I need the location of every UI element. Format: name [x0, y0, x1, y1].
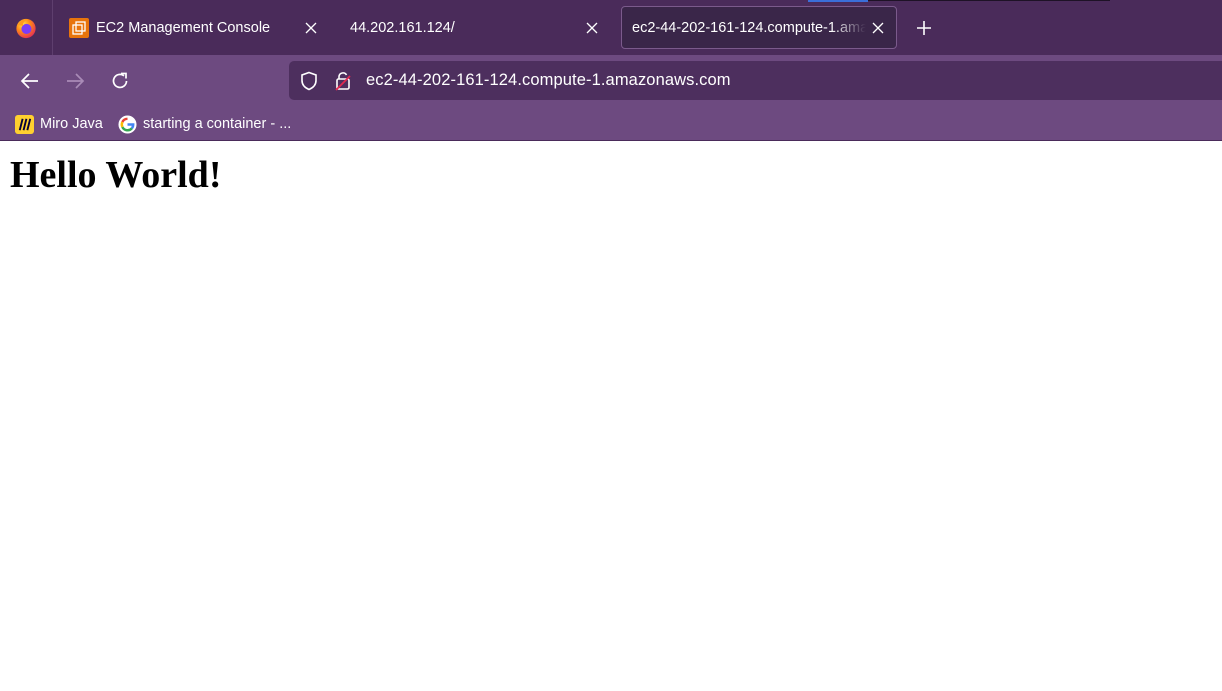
tab-active-ec2-host[interactable]: ec2-44-202-161-124.compute-1.amazonaws.c…: [621, 6, 897, 49]
aws-ec2-icon: [69, 17, 89, 38]
tab-title: 44.202.161.124/: [350, 19, 455, 36]
page-heading: Hello World!: [10, 154, 222, 196]
tab-close-icon[interactable]: [580, 16, 604, 40]
bookmark-starting-container[interactable]: starting a container - ...: [118, 112, 291, 136]
firefox-icon: [16, 18, 36, 38]
tab-strip-accent: [808, 0, 868, 2]
tab-close-icon[interactable]: [866, 16, 890, 40]
reload-icon: [112, 72, 128, 89]
miro-icon: [15, 114, 34, 134]
page-content: Hello World!: [0, 141, 1222, 691]
insecure-lock-icon[interactable]: [333, 71, 353, 91]
tab-close-icon[interactable]: [299, 16, 323, 40]
bookmark-miro-java[interactable]: Miro Java: [15, 112, 103, 136]
tab-ec2-console[interactable]: EC2 Management Console: [54, 6, 333, 49]
tab-title: ec2-44-202-161-124.compute-1.amazonaws.c…: [632, 19, 866, 36]
reload-button[interactable]: [106, 67, 134, 95]
bookmark-label: starting a container - ...: [143, 116, 292, 132]
back-button[interactable]: [16, 67, 44, 95]
bookmarks-toolbar: Miro Java starting a container - ...: [0, 107, 1222, 141]
tab-title: EC2 Management Console: [96, 19, 271, 36]
address-bar[interactable]: ec2-44-202-161-124.compute-1.amazonaws.c…: [289, 61, 1222, 100]
tab-strip-edge: [868, 0, 1110, 1]
navigation-toolbar: ec2-44-202-161-124.compute-1.amazonaws.c…: [0, 55, 1222, 107]
new-tab-button[interactable]: [910, 14, 938, 42]
arrow-right-icon: [67, 73, 85, 89]
forward-button[interactable]: [61, 67, 89, 95]
firefox-view-button[interactable]: [0, 0, 53, 55]
plus-icon: [917, 21, 931, 35]
arrow-left-icon: [20, 73, 38, 89]
tab-ip-address[interactable]: 44.202.161.124/: [335, 6, 614, 49]
tab-strip: EC2 Management Console 44.202.161.124/ e…: [0, 0, 1222, 55]
tracking-protection-shield-icon[interactable]: [299, 71, 319, 91]
url-text[interactable]: ec2-44-202-161-124.compute-1.amazonaws.c…: [366, 71, 731, 90]
google-icon: [118, 114, 137, 134]
bookmark-label: Miro Java: [40, 116, 103, 132]
